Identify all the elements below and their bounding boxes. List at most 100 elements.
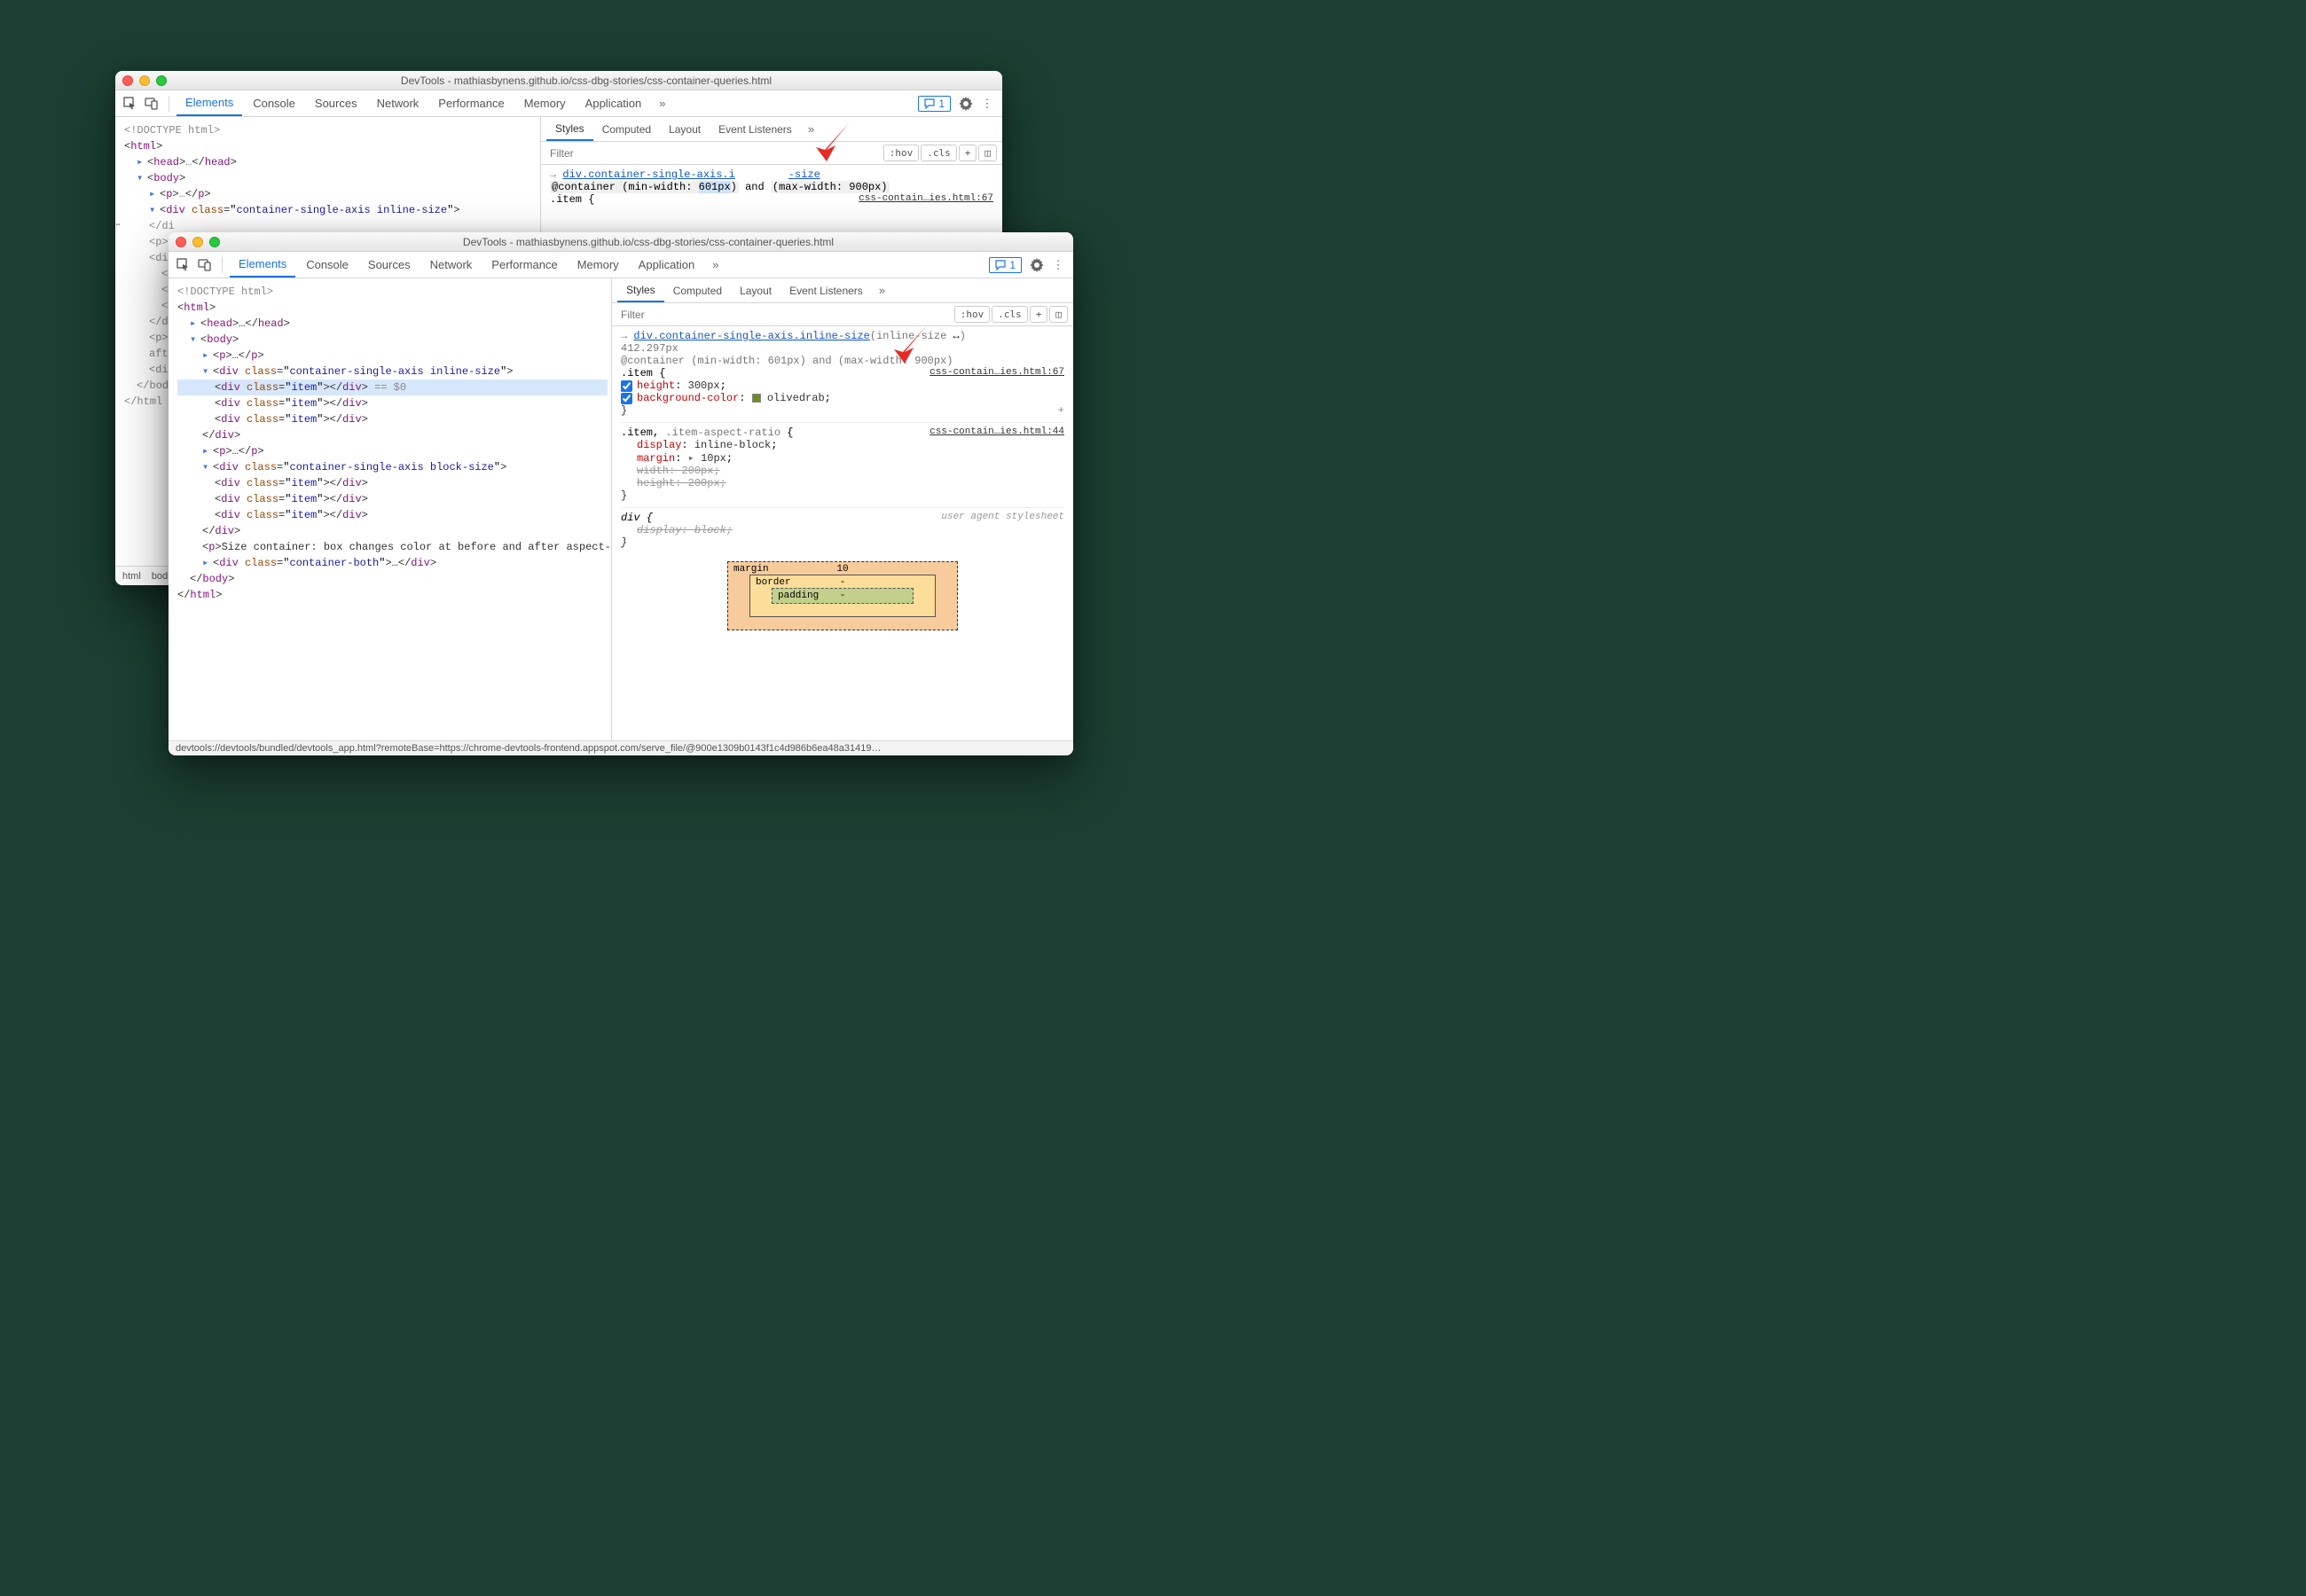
kebab-icon[interactable]: ⋮: [977, 94, 997, 113]
property-toggle[interactable]: [621, 393, 632, 404]
tab-performance[interactable]: Performance: [482, 253, 566, 277]
close-icon[interactable]: [176, 237, 186, 247]
source-link[interactable]: css-contain…ies.html:44: [929, 426, 1064, 437]
tabs-overflow-icon[interactable]: »: [705, 258, 726, 271]
tabs-overflow-icon[interactable]: »: [652, 97, 672, 110]
gear-icon[interactable]: [956, 94, 976, 113]
dom-node[interactable]: <div class="item"></div>: [177, 475, 608, 491]
dom-node[interactable]: </html>: [177, 587, 608, 603]
collapse-icon[interactable]: ▾: [202, 459, 211, 475]
subtab-event-listeners[interactable]: Event Listeners: [780, 280, 872, 301]
tab-sources[interactable]: Sources: [359, 253, 420, 277]
subtab-styles[interactable]: Styles: [546, 118, 593, 141]
css-property[interactable]: height: 300px;: [621, 379, 1064, 392]
css-property-overridden[interactable]: height: 200px;: [621, 477, 1064, 489]
dom-node[interactable]: ▾<body>: [177, 332, 608, 348]
tab-console[interactable]: Console: [297, 253, 357, 277]
hov-toggle[interactable]: :hov: [954, 306, 991, 323]
elements-tree-pane[interactable]: <!DOCTYPE html> <html> ▸<head>…</head> ▾…: [169, 278, 612, 755]
css-rule-ua: div {user agent stylesheet display: bloc…: [621, 512, 1064, 549]
gear-icon[interactable]: [1027, 255, 1047, 275]
message-count[interactable]: 1: [918, 96, 951, 112]
css-property-overridden[interactable]: width: 200px;: [621, 465, 1064, 477]
device-toggle-icon[interactable]: [142, 94, 161, 113]
subtab-event-listeners[interactable]: Event Listeners: [710, 119, 801, 140]
kebab-icon[interactable]: ⋮: [1048, 255, 1068, 275]
add-property-icon[interactable]: +: [1058, 404, 1064, 417]
subtab-styles[interactable]: Styles: [617, 279, 664, 302]
subtabs-overflow-icon[interactable]: »: [872, 284, 892, 297]
minimize-icon[interactable]: [192, 237, 203, 247]
tab-network[interactable]: Network: [421, 253, 482, 277]
subtab-layout[interactable]: Layout: [731, 280, 780, 301]
box-model-diagram[interactable]: margin 10 border - padding -: [727, 561, 958, 630]
tab-console[interactable]: Console: [244, 91, 304, 115]
hov-toggle[interactable]: :hov: [883, 145, 920, 161]
tab-sources[interactable]: Sources: [306, 91, 366, 115]
property-toggle[interactable]: [621, 380, 632, 392]
css-rule[interactable]: → div.container-single-axis.i-size @cont…: [550, 168, 993, 206]
crumb-html[interactable]: html: [122, 571, 141, 582]
sidebar-toggle-icon[interactable]: ◫: [978, 145, 997, 161]
container-link[interactable]: div.container-single-axis.inline-size: [633, 330, 869, 342]
dom-node[interactable]: ▸<p>…</p>: [177, 443, 608, 459]
dom-node[interactable]: ▸<div class="container-both">…</div>: [177, 555, 608, 571]
dom-node[interactable]: <p>Size container: box changes color at …: [177, 539, 608, 555]
tab-application[interactable]: Application: [576, 91, 651, 115]
dom-node[interactable]: <div class="item"></div>: [177, 507, 608, 523]
sidebar-toggle-icon[interactable]: ◫: [1049, 306, 1068, 323]
css-rule[interactable]: → div.container-single-axis.inline-size(…: [621, 330, 1064, 417]
titlebar[interactable]: DevTools - mathiasbynens.github.io/css-d…: [169, 232, 1073, 252]
tab-performance[interactable]: Performance: [429, 91, 513, 115]
expand-icon[interactable]: ▸: [202, 348, 211, 364]
dom-node[interactable]: </div>: [177, 427, 608, 443]
titlebar[interactable]: DevTools - mathiasbynens.github.io/css-d…: [115, 71, 1002, 90]
source-link[interactable]: css-contain…ies.html:67: [859, 193, 993, 204]
dom-node[interactable]: </div>: [177, 523, 608, 539]
tab-memory[interactable]: Memory: [515, 91, 575, 115]
maximize-icon[interactable]: [209, 237, 220, 247]
tab-network[interactable]: Network: [368, 91, 428, 115]
expand-icon[interactable]: ▸: [202, 443, 211, 459]
dom-node-selected[interactable]: ⋯ <div class="item"></div> == $0: [177, 379, 608, 395]
dom-node[interactable]: <div class="item"></div>: [177, 395, 608, 411]
dom-node[interactable]: <div class="item"></div>: [177, 411, 608, 427]
color-swatch-icon[interactable]: [752, 394, 761, 403]
tab-elements[interactable]: Elements: [176, 90, 242, 116]
dom-node[interactable]: <div class="item"></div>: [177, 491, 608, 507]
tab-memory[interactable]: Memory: [569, 253, 628, 277]
expand-icon[interactable]: ▸: [190, 316, 199, 332]
expand-shorthand-icon[interactable]: ▸: [688, 452, 694, 465]
subtab-layout[interactable]: Layout: [660, 119, 710, 140]
inspect-icon[interactable]: [121, 94, 140, 113]
expand-icon[interactable]: ▸: [202, 555, 211, 571]
collapse-icon[interactable]: ▾: [190, 332, 199, 348]
maximize-icon[interactable]: [156, 75, 167, 86]
subtab-computed[interactable]: Computed: [593, 119, 660, 140]
minimize-icon[interactable]: [139, 75, 150, 86]
subtab-computed[interactable]: Computed: [664, 280, 731, 301]
dom-node[interactable]: </body>: [177, 571, 608, 587]
cls-toggle[interactable]: .cls: [992, 306, 1028, 323]
dom-node[interactable]: ▾<div class="container-single-axis block…: [177, 459, 608, 475]
new-style-button[interactable]: +: [959, 145, 977, 161]
dom-node[interactable]: <html>: [177, 300, 608, 316]
new-style-button[interactable]: +: [1030, 306, 1048, 323]
dom-node[interactable]: ▸<p>…</p>: [177, 348, 608, 364]
cls-toggle[interactable]: .cls: [921, 145, 957, 161]
source-link[interactable]: css-contain…ies.html:67: [929, 367, 1064, 378]
collapse-icon[interactable]: ▾: [202, 364, 211, 379]
css-property[interactable]: background-color: olivedrab;: [621, 392, 1064, 404]
message-count[interactable]: 1: [989, 257, 1022, 273]
css-property[interactable]: display: inline-block;: [621, 439, 1064, 451]
inspect-icon[interactable]: [174, 255, 193, 275]
dom-node[interactable]: ▾<div class="container-single-axis inlin…: [177, 364, 608, 379]
close-icon[interactable]: [122, 75, 133, 86]
device-toggle-icon[interactable]: [195, 255, 215, 275]
css-property[interactable]: margin: ▸ 10px;: [621, 451, 1064, 465]
css-rule[interactable]: .item, .item-aspect-ratio {css-contain…i…: [621, 426, 1064, 502]
dom-node[interactable]: ▸<head>…</head>: [177, 316, 608, 332]
tab-elements[interactable]: Elements: [230, 252, 295, 278]
crumb-body[interactable]: bod: [152, 571, 168, 582]
tab-application[interactable]: Application: [630, 253, 704, 277]
